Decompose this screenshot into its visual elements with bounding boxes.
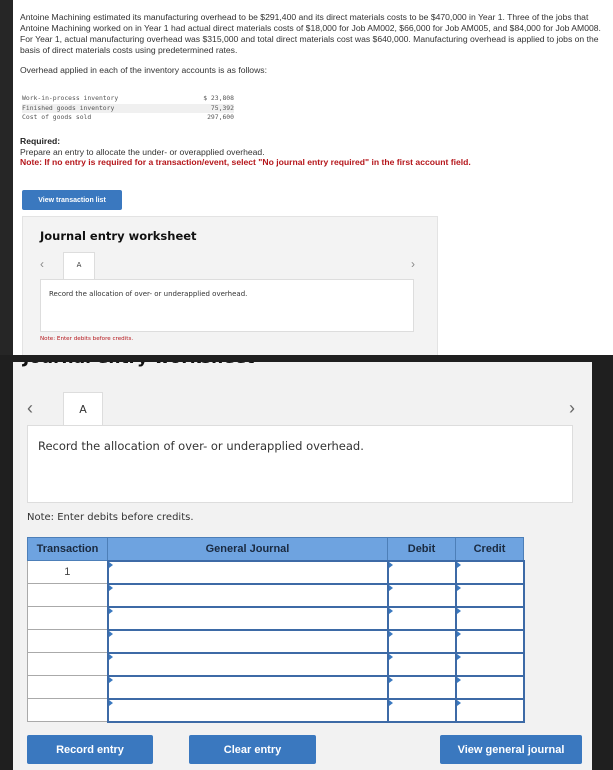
table-row: 1 (27, 559, 525, 585)
account-input[interactable] (106, 559, 389, 585)
debit-input[interactable] (386, 651, 457, 677)
debit-input[interactable] (386, 605, 457, 631)
amount: $ 23,808 (203, 94, 234, 102)
transaction-number (27, 606, 108, 630)
problem-text: Antoine Machining estimated its manufact… (20, 12, 610, 85)
worksheet-panel-background: Journal entry worksheet ‹ A › Record the… (22, 216, 438, 366)
overhead-table: Work-in-process inventory $ 23,808 Finish… (22, 94, 234, 123)
transaction-number (27, 583, 108, 607)
debits-note: Note: Enter debits before credits. (40, 336, 134, 342)
task-description: Record the allocation of over- or undera… (27, 425, 573, 503)
col-transaction: Transaction (27, 537, 108, 561)
credit-input[interactable] (454, 605, 525, 631)
task-description: Record the allocation of over- or undera… (40, 279, 414, 332)
transaction-number: 1 (27, 560, 108, 584)
debit-input[interactable] (386, 628, 457, 654)
overhead-row: Work-in-process inventory $ 23,808 (22, 94, 234, 104)
debits-note: Note: Enter debits before credits. (27, 512, 194, 523)
col-credit: Credit (455, 537, 524, 561)
chevron-right-icon[interactable]: › (569, 398, 575, 419)
account-name: Finished goods inventory (22, 103, 115, 112)
transaction-number (27, 698, 108, 722)
record-entry-button[interactable]: Record entry (27, 735, 153, 764)
overhead-row: Cost of goods sold 297,600 (22, 113, 234, 123)
account-input[interactable] (106, 628, 389, 654)
required-label: Required: (20, 136, 61, 146)
account-input[interactable] (106, 651, 389, 677)
problem-paragraph: Antoine Machining estimated its manufact… (20, 12, 601, 55)
table-row (27, 697, 525, 723)
required-note: Note: If no entry is required for a tran… (20, 157, 471, 167)
table-row (27, 605, 525, 631)
transaction-number (27, 652, 108, 676)
debit-input[interactable] (386, 697, 457, 723)
worksheet-panel: Journal entry worksheet ‹ A › Record the… (0, 355, 613, 770)
credit-input[interactable] (454, 628, 525, 654)
chevron-left-icon[interactable]: ‹ (40, 257, 44, 271)
tab-a[interactable]: A (63, 392, 103, 426)
chevron-left-icon[interactable]: ‹ (27, 398, 33, 419)
credit-input[interactable] (454, 559, 525, 585)
account-input[interactable] (106, 582, 389, 608)
account-name: Work-in-process inventory (22, 94, 119, 102)
chevron-right-icon[interactable]: › (411, 257, 415, 271)
account-name: Cost of goods sold (22, 113, 92, 121)
account-input[interactable] (106, 605, 389, 631)
table-row (27, 582, 525, 608)
view-transaction-list-button[interactable]: View transaction list (22, 190, 122, 210)
worksheet-title-clipped: Journal entry worksheet (23, 362, 254, 368)
worksheet-title: Journal entry worksheet (40, 229, 197, 243)
transaction-number (27, 675, 108, 699)
required-text: Prepare an entry to allocate the under- … (20, 146, 265, 157)
account-input[interactable] (106, 674, 389, 700)
table-row (27, 651, 525, 677)
overhead-intro: Overhead applied in each of the inventor… (20, 65, 267, 75)
col-debit: Debit (387, 537, 456, 561)
overhead-row: Finished goods inventory 75,392 (22, 103, 234, 113)
transaction-number (27, 629, 108, 653)
journal-table: Transaction General Journal Debit Credit… (27, 537, 525, 723)
credit-input[interactable] (454, 651, 525, 677)
view-general-journal-button[interactable]: View general journal (440, 735, 582, 764)
debit-input[interactable] (386, 674, 457, 700)
tab-a[interactable]: A (63, 252, 95, 279)
table-row (27, 674, 525, 700)
credit-input[interactable] (454, 674, 525, 700)
credit-input[interactable] (454, 582, 525, 608)
debit-input[interactable] (386, 559, 457, 585)
amount: 75,392 (210, 103, 234, 112)
credit-input[interactable] (454, 697, 525, 723)
required-section: Required: Prepare an entry to allocate t… (20, 136, 471, 168)
table-row (27, 628, 525, 654)
col-general-journal: General Journal (107, 537, 388, 561)
account-input[interactable] (106, 697, 389, 723)
clear-entry-button[interactable]: Clear entry (189, 735, 316, 764)
debit-input[interactable] (386, 582, 457, 608)
amount: 297,600 (207, 113, 234, 121)
